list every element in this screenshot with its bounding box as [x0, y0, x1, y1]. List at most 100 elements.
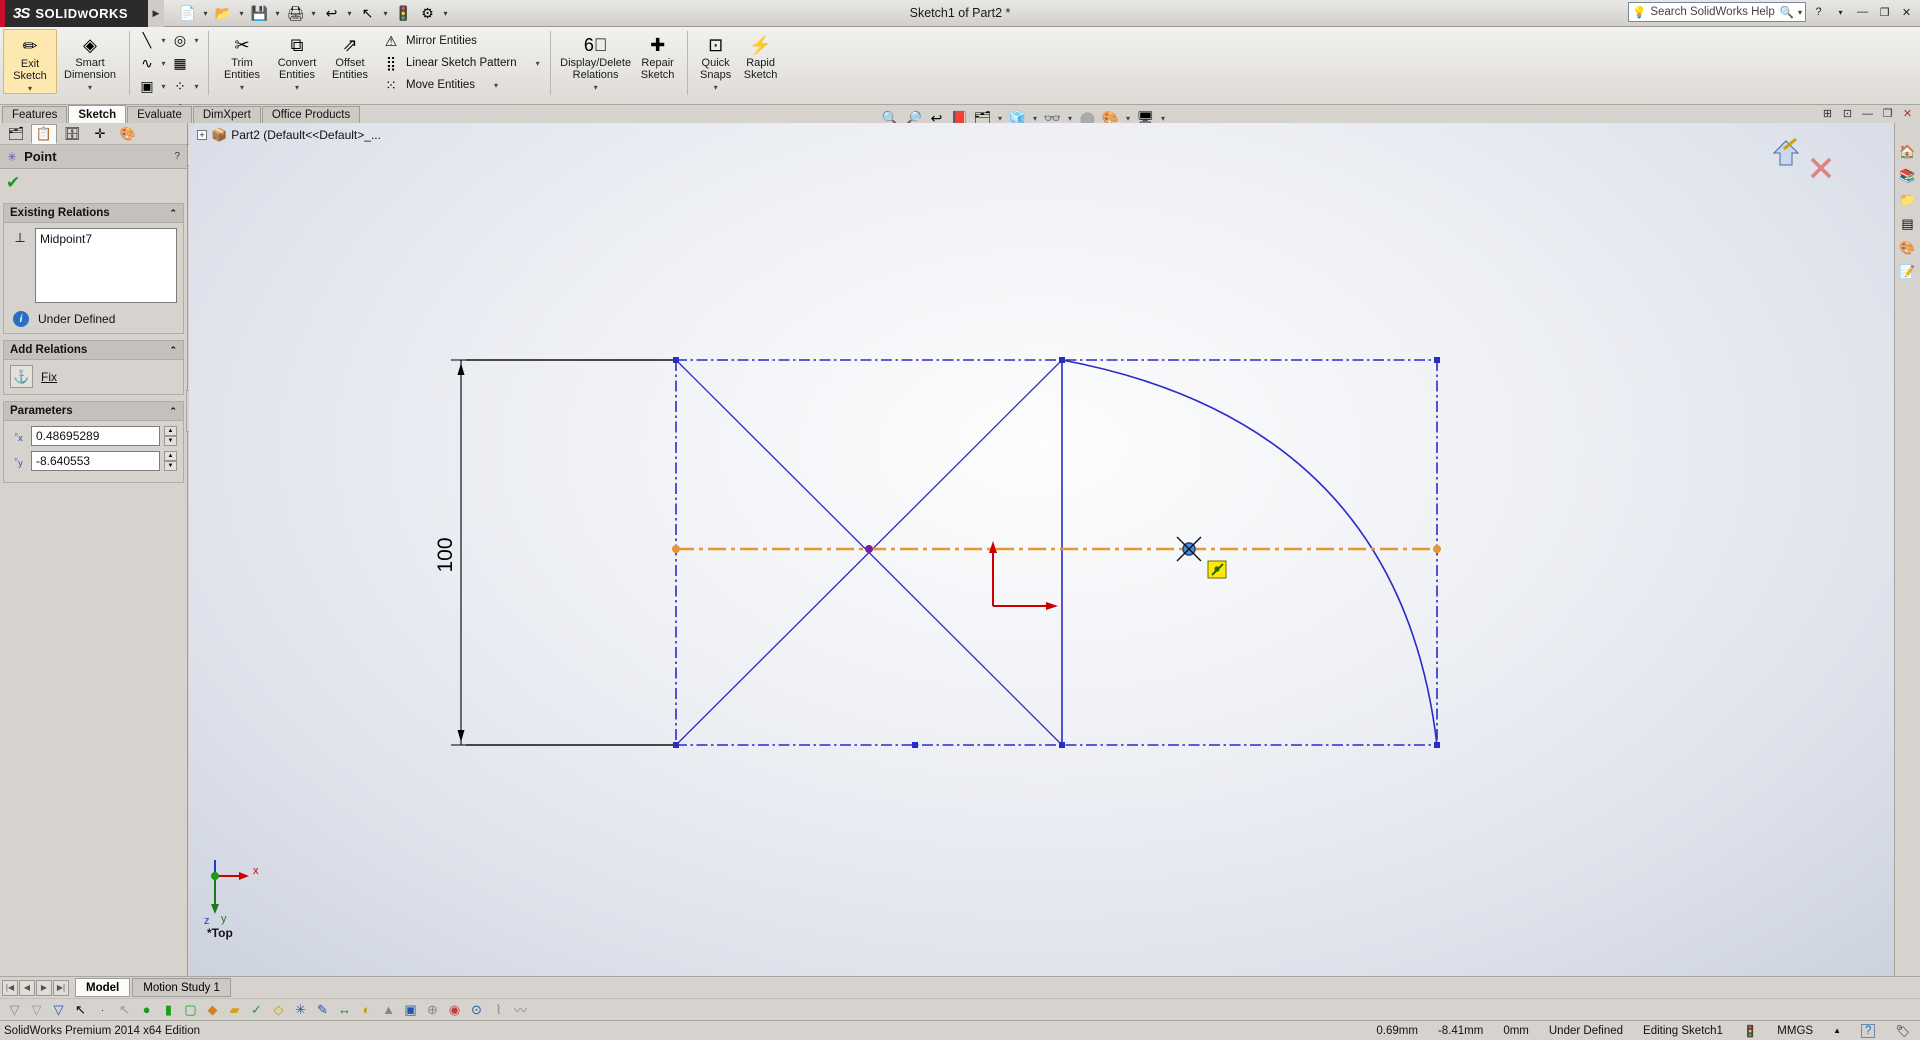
select-icon[interactable]: ↖ — [356, 2, 379, 25]
tab-model[interactable]: Model — [75, 978, 131, 997]
pm-help-icon[interactable]: ? — [174, 151, 180, 162]
list-item[interactable]: Midpoint7 — [40, 232, 172, 246]
previous-tab-button[interactable]: ◀ — [19, 979, 35, 996]
graphics-area[interactable]: + 📦 Part2 (Default<<Default>_... 100 x y… — [189, 123, 1894, 976]
select-arrow-icon[interactable]: ↖ — [70, 1000, 91, 1020]
filter-planes-icon[interactable]: ▢ — [180, 1000, 201, 1020]
file-explorer-icon[interactable]: 📁 — [1897, 189, 1918, 210]
move-entities-button[interactable]: ⁙ Move Entities ▾ — [381, 74, 502, 96]
filter-icon[interactable]: ▽ — [4, 1000, 25, 1020]
filter-vertices-icon[interactable]: ● — [136, 1000, 157, 1020]
spline-arc[interactable] — [1061, 359, 1438, 746]
parameters-header[interactable]: Parameters ⌃ — [4, 402, 183, 421]
y-coordinate-stepper[interactable]: ▲ ▼ — [164, 451, 177, 471]
exit-sketch-button[interactable]: ✏ Exit Sketch ▾ — [3, 29, 57, 94]
filter-surface-bodies-icon[interactable]: ◆ — [202, 1000, 223, 1020]
undo-icon[interactable]: ↩ — [320, 2, 343, 25]
new-document-caret-icon[interactable]: ▾ — [200, 9, 211, 18]
rebuild-indicator-icon[interactable]: 🚦 — [1743, 1024, 1757, 1038]
property-manager-tab[interactable]: 📋 — [31, 123, 57, 144]
solidworks-resources-icon[interactable]: 🏠 — [1897, 141, 1918, 162]
filter-sketches-icon[interactable]: ✎ — [312, 1000, 333, 1020]
help-caret-icon[interactable]: ▾ — [1831, 3, 1850, 21]
options-caret-icon[interactable]: ▾ — [440, 9, 451, 18]
fix-relation-row[interactable]: ⚓ Fix — [10, 365, 177, 388]
ok-button[interactable]: ✔ — [6, 173, 20, 193]
filter-mates-icon[interactable]: ⊕ — [422, 1000, 443, 1020]
select-dropdown-icon[interactable]: · — [92, 1000, 113, 1020]
print-document-icon[interactable]: 🖨 — [284, 2, 307, 25]
help-indicator-icon[interactable]: ? — [1860, 1023, 1876, 1038]
trim-entities-caret-icon[interactable]: ▾ — [240, 83, 244, 92]
add-relations-header[interactable]: Add Relations ⌃ — [4, 341, 183, 360]
relations-list[interactable]: Midpoint7 — [35, 228, 177, 303]
linear-sketch-pattern-button[interactable]: ⣿ Linear Sketch Pattern ▾ — [381, 52, 544, 74]
x-coordinate-stepper[interactable]: ▲ ▼ — [164, 426, 177, 446]
new-document-icon[interactable]: 📄 — [176, 2, 199, 25]
feature-tree-label[interactable]: Part2 (Default<<Default>_... — [231, 128, 381, 142]
quick-snaps-button[interactable]: ⊡ Quick Snaps ▾ — [694, 29, 738, 93]
trim-entities-button[interactable]: ✂ Trim Entities ▾ — [215, 29, 269, 93]
line-tool-caret-icon[interactable]: ▾ — [158, 36, 169, 45]
view-palette-icon[interactable]: ▤ — [1897, 213, 1918, 234]
undo-caret-icon[interactable]: ▾ — [344, 9, 355, 18]
y-coordinate-input[interactable]: -8.640553 — [31, 451, 160, 471]
options-icon[interactable]: ⚙ — [416, 2, 439, 25]
tab-dimxpert[interactable]: DimXpert — [192, 106, 261, 123]
move-entities-caret-icon[interactable]: ▾ — [480, 81, 498, 90]
filter-solid-bodies-icon[interactable]: ▰ — [224, 1000, 245, 1020]
midpoint-marker[interactable] — [865, 545, 873, 553]
filter-midpoints-icon[interactable]: ◇ — [268, 1000, 289, 1020]
feature-manager-tab[interactable]: 🗂 — [3, 124, 29, 144]
feature-tree-flyout[interactable]: + 📦 Part2 (Default<<Default>_... — [197, 127, 381, 143]
filter-dimensions-icon[interactable]: ↔ — [334, 1000, 355, 1020]
close-document-icon[interactable]: ✕ — [1899, 105, 1916, 122]
sketch-confirm-corner[interactable] — [1764, 131, 1844, 191]
save-document-icon[interactable]: 💾 — [248, 2, 271, 25]
rectangle-tool-caret-icon[interactable]: ▾ — [158, 82, 169, 91]
save-document-caret-icon[interactable]: ▾ — [272, 9, 283, 18]
appearances-scenes-icon[interactable]: 🎨 — [1897, 237, 1918, 258]
x-stepper-up-icon[interactable]: ▲ — [164, 426, 177, 436]
view-settings-caret-icon[interactable]: ▾ — [1158, 114, 1168, 123]
slot-tool-icon[interactable]: ⁘ — [169, 75, 191, 97]
existing-relations-chevron-icon[interactable]: ⌃ — [169, 208, 177, 219]
tab-evaluate[interactable]: Evaluate — [127, 106, 192, 123]
view-orientation-caret-icon[interactable]: ▾ — [995, 114, 1005, 123]
filter-edges-icon[interactable]: ▽ — [48, 1000, 69, 1020]
apply-scene-caret-icon[interactable]: ▾ — [1123, 114, 1133, 123]
convert-entities-caret-icon[interactable]: ▾ — [295, 83, 299, 92]
circle-tool-icon[interactable]: ◎ — [169, 29, 191, 51]
spline-tool-caret-icon[interactable]: ▾ — [158, 59, 169, 68]
units-caret-icon[interactable]: ▲ — [1833, 1026, 1841, 1035]
y-stepper-up-icon[interactable]: ▲ — [164, 451, 177, 461]
search-magnifier-icon[interactable]: 🔍 — [1780, 5, 1794, 19]
dimension-100[interactable]: 100 — [434, 359, 676, 746]
quick-snaps-caret-icon[interactable]: ▾ — [714, 83, 718, 92]
linear-sketch-pattern-caret-icon[interactable]: ▾ — [522, 59, 540, 68]
sketch-rectangle[interactable] — [675, 359, 1438, 746]
repair-sketch-button[interactable]: ✚ Repair Sketch — [635, 29, 681, 82]
smart-dimension-caret-icon[interactable]: ▾ — [88, 83, 92, 92]
x-stepper-down-icon[interactable]: ▼ — [164, 436, 177, 446]
filter-annotations-icon[interactable]: ◐ — [356, 1000, 377, 1020]
circle-tool-caret-icon[interactable]: ▾ — [191, 36, 202, 45]
y-stepper-down-icon[interactable]: ▼ — [164, 461, 177, 471]
tab-office-products[interactable]: Office Products — [261, 106, 361, 123]
tile-windows-icon[interactable]: ⊞ — [1819, 105, 1836, 122]
filter-sketch-points-icon[interactable]: ✳ — [290, 1000, 311, 1020]
tab-sketch[interactable]: Sketch — [68, 105, 127, 123]
restore-document-icon[interactable]: ❐ — [1879, 105, 1896, 122]
minimize-document-icon[interactable]: — — [1859, 105, 1876, 122]
open-document-icon[interactable]: 📂 — [212, 2, 235, 25]
rapid-sketch-button[interactable]: ⚡ Rapid Sketch — [738, 29, 784, 82]
filter-components-icon[interactable]: ▣ — [400, 1000, 421, 1020]
sketch-canvas[interactable]: 100 — [189, 123, 1894, 976]
add-relations-chevron-icon[interactable]: ⌃ — [169, 345, 177, 356]
convert-entities-button[interactable]: ⧉ Convert Entities ▾ — [269, 29, 325, 93]
grid-tool-icon[interactable]: ▦ — [169, 52, 191, 74]
display-delete-relations-caret-icon[interactable]: ▾ — [594, 83, 598, 92]
display-manager-tab[interactable]: 🎨 — [115, 124, 141, 144]
select-caret-icon[interactable]: ▾ — [380, 9, 391, 18]
smart-dimension-button[interactable]: ◈ Smart Dimension ▾ — [57, 29, 123, 93]
